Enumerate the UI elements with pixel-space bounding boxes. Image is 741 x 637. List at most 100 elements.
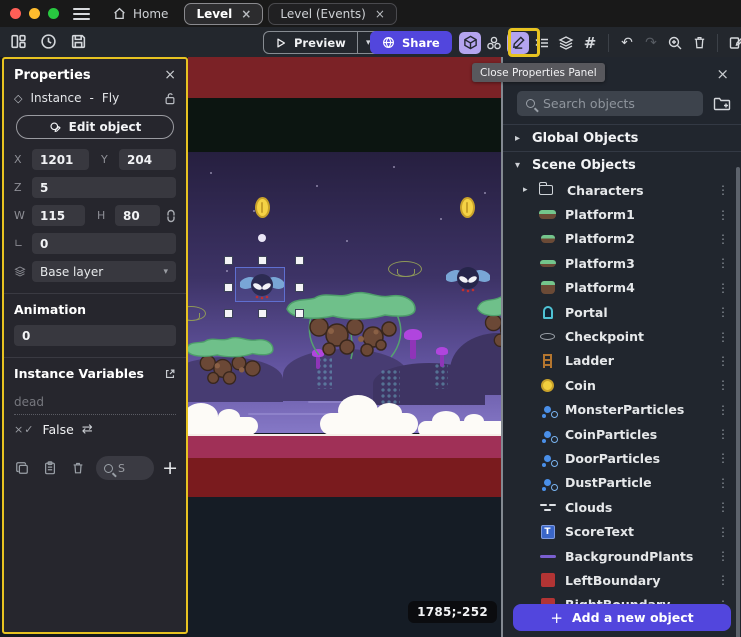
variables-search-input[interactable] bbox=[118, 462, 146, 475]
background-plants[interactable] bbox=[380, 369, 400, 405]
object-item-doorparticles[interactable]: DoorParticles ⋮ bbox=[503, 446, 741, 470]
item-menu-icon[interactable]: ⋮ bbox=[715, 256, 731, 270]
object-item-platform2[interactable]: Platform2 ⋮ bbox=[503, 227, 741, 251]
minimize-window-button[interactable] bbox=[29, 8, 40, 19]
item-menu-icon[interactable]: ⋮ bbox=[715, 525, 731, 539]
instances-list-icon[interactable] bbox=[531, 32, 553, 54]
object-item-platform4[interactable]: Platform4 ⋮ bbox=[503, 276, 741, 300]
object-item-platform1[interactable]: Platform1 ⋮ bbox=[503, 202, 741, 226]
grid-icon[interactable]: # bbox=[579, 32, 601, 54]
floating-platform[interactable] bbox=[474, 289, 503, 351]
object-item-dustparticle[interactable]: DustParticle ⋮ bbox=[503, 471, 741, 495]
selection-handle[interactable] bbox=[224, 283, 233, 292]
object-item-coinparticles[interactable]: CoinParticles ⋮ bbox=[503, 422, 741, 446]
item-menu-icon[interactable]: ⋮ bbox=[715, 573, 731, 587]
floating-platform[interactable] bbox=[281, 287, 421, 365]
item-menu-icon[interactable]: ⋮ bbox=[715, 330, 731, 344]
object-item-platform3[interactable]: Platform3 ⋮ bbox=[503, 251, 741, 275]
selection-handle[interactable] bbox=[295, 309, 304, 318]
coin-instance[interactable] bbox=[460, 197, 475, 218]
objects-search[interactable] bbox=[517, 91, 703, 116]
objects-scrollbar[interactable] bbox=[736, 167, 740, 637]
fly-instance-selected[interactable] bbox=[240, 269, 284, 303]
paste-icon[interactable] bbox=[40, 458, 60, 478]
selection-handle[interactable] bbox=[258, 256, 267, 265]
lock-ratio-icon[interactable] bbox=[166, 209, 176, 223]
item-menu-icon[interactable]: ⋮ bbox=[715, 183, 731, 197]
selection-handle[interactable] bbox=[224, 309, 233, 318]
object-item-backgroundplants[interactable]: BackgroundPlants ⋮ bbox=[503, 544, 741, 568]
cloud[interactable] bbox=[188, 417, 258, 435]
zoom-in-icon[interactable] bbox=[664, 32, 686, 54]
item-menu-icon[interactable]: ⋮ bbox=[715, 549, 731, 563]
panels-layout-icon[interactable] bbox=[9, 32, 28, 51]
item-menu-icon[interactable]: ⋮ bbox=[715, 427, 731, 441]
tab-home[interactable]: Home bbox=[102, 3, 179, 25]
variable-name[interactable]: dead bbox=[14, 391, 176, 415]
y-input[interactable] bbox=[119, 149, 176, 170]
x-input[interactable] bbox=[32, 149, 89, 170]
global-objects-group[interactable]: ▸ Global Objects bbox=[503, 124, 741, 151]
floating-platform[interactable] bbox=[188, 333, 277, 393]
angle-input[interactable] bbox=[32, 233, 176, 254]
toggle-3d-view-icon[interactable] bbox=[459, 32, 481, 54]
animation-input[interactable] bbox=[14, 325, 176, 346]
scene-objects-group[interactable]: ▾ Scene Objects bbox=[503, 151, 741, 178]
height-input[interactable] bbox=[115, 205, 160, 226]
z-input[interactable] bbox=[32, 177, 176, 198]
cloud[interactable] bbox=[320, 413, 418, 435]
close-tab-icon[interactable]: × bbox=[375, 7, 385, 21]
maximize-window-button[interactable] bbox=[48, 8, 59, 19]
preview-button[interactable]: Preview ▾ bbox=[263, 31, 380, 54]
item-menu-icon[interactable]: ⋮ bbox=[715, 232, 731, 246]
panel-resizer[interactable] bbox=[501, 57, 503, 637]
close-window-button[interactable] bbox=[10, 8, 21, 19]
object-item-scoretext[interactable]: T ScoreText ⋮ bbox=[503, 519, 741, 543]
selection-handle[interactable] bbox=[295, 256, 304, 265]
history-icon[interactable] bbox=[39, 32, 58, 51]
scene-notes-icon[interactable] bbox=[725, 32, 741, 54]
objects-groups-icon[interactable] bbox=[483, 32, 505, 54]
item-menu-icon[interactable]: ⋮ bbox=[715, 378, 731, 392]
object-item-leftboundary[interactable]: LeftBoundary ⋮ bbox=[503, 568, 741, 592]
item-menu-icon[interactable]: ⋮ bbox=[715, 476, 731, 490]
edit-object-button[interactable]: Edit object bbox=[16, 115, 174, 139]
object-item-ladder[interactable]: Ladder ⋮ bbox=[503, 349, 741, 373]
object-item-clouds[interactable]: Clouds ⋮ bbox=[503, 495, 741, 519]
close-objects-panel-icon[interactable]: × bbox=[716, 65, 729, 83]
coin-instance[interactable] bbox=[255, 197, 270, 218]
layers-icon[interactable] bbox=[555, 32, 577, 54]
fly-instance[interactable] bbox=[446, 262, 490, 296]
close-properties-icon[interactable]: × bbox=[164, 67, 176, 83]
delete-icon[interactable] bbox=[688, 32, 710, 54]
variable-value[interactable]: False bbox=[42, 422, 73, 437]
undo-icon[interactable]: ↶ bbox=[616, 32, 638, 54]
layer-select[interactable]: Base layer ▾ bbox=[32, 261, 176, 282]
item-menu-icon[interactable]: ⋮ bbox=[715, 281, 731, 295]
redo-icon[interactable]: ↷ bbox=[640, 32, 662, 54]
object-item-portal[interactable]: Portal ⋮ bbox=[503, 300, 741, 324]
item-menu-icon[interactable]: ⋮ bbox=[715, 305, 731, 319]
objects-search-input[interactable] bbox=[543, 96, 694, 111]
add-variable-button[interactable]: + bbox=[162, 459, 178, 478]
menu-icon[interactable] bbox=[73, 8, 90, 20]
checkpoint-outline[interactable] bbox=[388, 261, 422, 277]
tab-level[interactable]: Level × bbox=[184, 3, 263, 25]
item-menu-icon[interactable]: ⋮ bbox=[715, 403, 731, 417]
object-item-coin[interactable]: Coin ⋮ bbox=[503, 373, 741, 397]
item-menu-icon[interactable]: ⋮ bbox=[715, 208, 731, 222]
external-link-icon[interactable] bbox=[164, 368, 176, 380]
selection-handle[interactable] bbox=[258, 309, 267, 318]
copy-icon[interactable] bbox=[12, 458, 32, 478]
object-item-checkpoint[interactable]: Checkpoint ⋮ bbox=[503, 324, 741, 348]
item-menu-icon[interactable]: ⋮ bbox=[715, 354, 731, 368]
object-item-characters[interactable]: ▸ Characters ⋮ bbox=[503, 178, 741, 202]
save-icon[interactable] bbox=[69, 32, 88, 51]
swap-value-icon[interactable]: ⇄ bbox=[82, 422, 93, 437]
width-input[interactable] bbox=[32, 205, 85, 226]
item-menu-icon[interactable]: ⋮ bbox=[715, 451, 731, 465]
selection-handle[interactable] bbox=[295, 283, 304, 292]
item-menu-icon[interactable]: ⋮ bbox=[715, 500, 731, 514]
selection-handle[interactable] bbox=[224, 256, 233, 265]
variables-search[interactable] bbox=[96, 456, 154, 480]
